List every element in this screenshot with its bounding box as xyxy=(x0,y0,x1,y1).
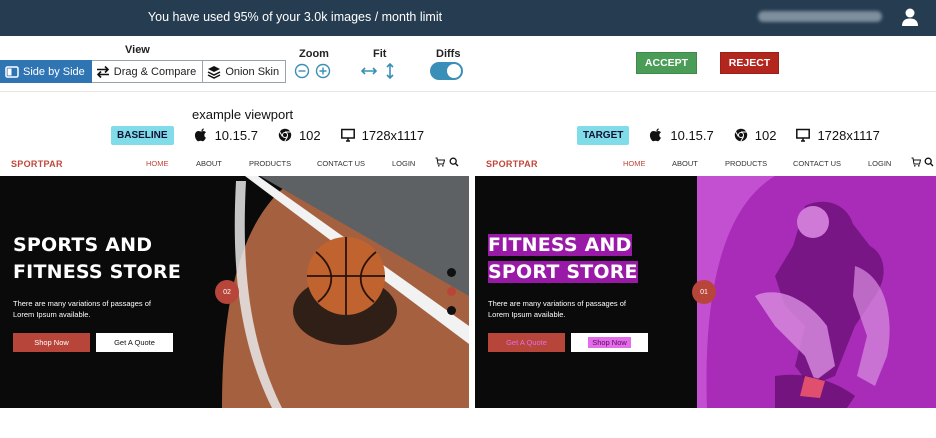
usage-message: You have used 95% of your 3.0k images / … xyxy=(147,10,443,24)
diff-highlight: Shop Now xyxy=(588,337,631,348)
onion-skin-label: Onion Skin xyxy=(225,65,280,78)
hero-description-line-1: There are many variations of passages of xyxy=(488,299,626,308)
diff-highlight: SPORT STORE xyxy=(488,261,638,283)
nav-contact: CONTACT US xyxy=(317,159,366,168)
shop-now-button: Shop Now xyxy=(571,333,648,352)
site-brand: SPORTPAR xyxy=(11,159,63,169)
hero-description: There are many variations of passages of… xyxy=(13,298,183,320)
apple-icon xyxy=(650,128,662,142)
onion-skin-button[interactable]: Onion Skin xyxy=(203,60,287,83)
fit-height-icon[interactable] xyxy=(382,63,398,79)
baseline-screenshot[interactable]: SPORTPAR HOME ABOUT PRODUCTS CONTACT US … xyxy=(0,150,469,408)
target-browser-version: 102 xyxy=(754,127,777,143)
chrome-icon xyxy=(734,128,747,142)
monitor-icon xyxy=(340,128,355,142)
reject-button[interactable]: REJECT xyxy=(720,52,779,74)
layers-icon xyxy=(207,65,221,79)
diffs-label: Diffs xyxy=(436,48,461,60)
hero-headline-line-1: SPORTS AND xyxy=(13,234,153,256)
swap-icon xyxy=(96,65,109,78)
user-icon[interactable] xyxy=(900,7,920,27)
carousel-dot xyxy=(447,268,456,277)
diffs-toggle[interactable] xyxy=(430,62,463,80)
hero-headline-line-2: SPORT STORE xyxy=(488,259,678,286)
hero-headline-line-1: FITNESS AND xyxy=(488,232,678,259)
viewport-title: example viewport xyxy=(192,107,294,122)
hero-description-line-2: Lorem Ipsum available. xyxy=(488,310,566,319)
site-navbar: SPORTPAR HOME ABOUT PRODUCTS CONTACT US … xyxy=(0,150,469,176)
view-label: View xyxy=(125,44,150,56)
search-icon xyxy=(924,157,934,167)
carousel-dot-active xyxy=(447,287,456,296)
slide-number: 01 xyxy=(692,280,716,304)
zoom-label: Zoom xyxy=(299,48,329,60)
search-icon xyxy=(449,157,459,167)
baseline-resolution: 1728x1117 xyxy=(361,127,425,143)
hero-description: There are many variations of passages of… xyxy=(488,298,658,320)
comparison-toolbar: View Side by Side Drag & Compare Onion S… xyxy=(0,36,936,92)
nav-about: ABOUT xyxy=(672,159,698,168)
baseline-info: BASELINE 10.15.7 102 1728x1117 xyxy=(111,125,424,145)
get-quote-button: Get A Quote xyxy=(96,333,173,352)
baseline-browser-version: 102 xyxy=(298,127,321,143)
side-by-side-icon xyxy=(5,65,19,78)
target-os-version: 10.15.7 xyxy=(670,127,714,143)
site-brand: SPORTPAR xyxy=(486,159,538,169)
side-by-side-label: Side by Side xyxy=(23,65,85,78)
zoom-in-icon[interactable] xyxy=(315,63,331,79)
nav-login: LOGIN xyxy=(868,159,892,168)
hero-headline: FITNESS AND SPORT STORE xyxy=(488,232,678,286)
user-email xyxy=(758,11,882,22)
fit-label: Fit xyxy=(373,48,387,60)
hero-section: FITNESS AND SPORT STORE There are many v… xyxy=(475,176,936,408)
carousel-dot xyxy=(447,306,456,315)
target-resolution: 1728x1117 xyxy=(817,127,880,143)
fit-width-icon[interactable] xyxy=(361,63,377,79)
nav-about: ABOUT xyxy=(196,159,222,168)
target-info: TARGET 10.15.7 102 1728x1117 xyxy=(577,125,880,145)
drag-compare-label: Drag & Compare xyxy=(113,65,197,78)
diff-highlight: FITNESS AND xyxy=(488,234,632,256)
hero-description-line-2: Lorem Ipsum available. xyxy=(13,310,91,319)
monitor-icon xyxy=(796,128,811,142)
nav-home: HOME xyxy=(146,159,169,168)
cart-icon xyxy=(911,157,921,167)
baseline-tag: BASELINE xyxy=(111,125,174,145)
slide-number: 02 xyxy=(215,280,239,304)
hero-description-line-1: There are many variations of passages of xyxy=(13,299,151,308)
side-by-side-button[interactable]: Side by Side xyxy=(0,60,92,83)
drag-compare-button[interactable]: Drag & Compare xyxy=(91,60,204,83)
nav-home: HOME xyxy=(623,159,646,168)
chrome-icon xyxy=(278,128,292,142)
target-tag: TARGET xyxy=(577,125,630,145)
accept-button[interactable]: ACCEPT xyxy=(636,52,697,74)
target-screenshot[interactable]: SPORTPAR HOME ABOUT PRODUCTS CONTACT US … xyxy=(475,150,936,408)
hero-headline: SPORTS AND FITNESS STORE xyxy=(13,232,203,286)
get-quote-button: Get A Quote xyxy=(488,333,565,352)
view-mode-group: Side by Side Drag & Compare Onion Skin xyxy=(0,60,287,83)
apple-icon xyxy=(194,128,206,142)
baseline-os-version: 10.15.7 xyxy=(214,127,258,143)
zoom-out-icon[interactable] xyxy=(294,63,310,79)
nav-contact: CONTACT US xyxy=(793,159,842,168)
hero-section: SPORTS AND FITNESS STORE There are many … xyxy=(0,176,469,408)
shop-now-button: Shop Now xyxy=(13,333,90,352)
site-navbar: SPORTPAR HOME ABOUT PRODUCTS CONTACT US … xyxy=(475,150,936,176)
hero-headline-line-2: FITNESS STORE xyxy=(13,261,182,283)
usage-banner: You have used 95% of your 3.0k images / … xyxy=(0,0,936,36)
toggle-knob xyxy=(447,64,461,78)
nav-products: PRODUCTS xyxy=(725,159,768,168)
nav-login: LOGIN xyxy=(392,159,416,168)
cart-icon xyxy=(435,157,445,167)
nav-products: PRODUCTS xyxy=(249,159,292,168)
